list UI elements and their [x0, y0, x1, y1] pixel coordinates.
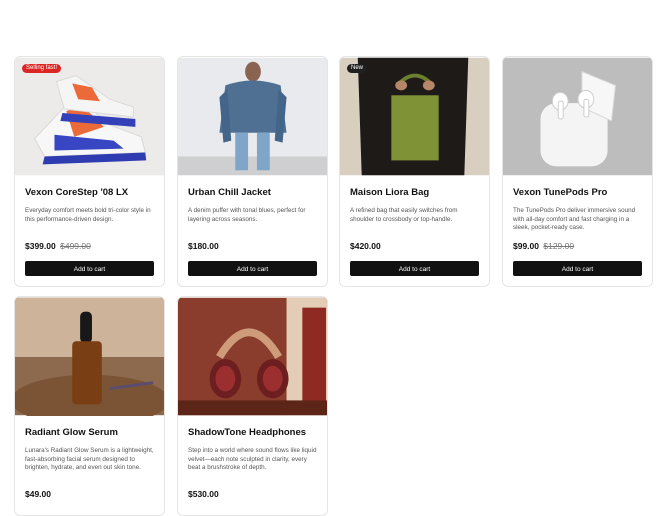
product-card[interactable]: Radiant Glow Serum Lunara's Radiant Glow… [14, 296, 165, 516]
current-price: $420.00 [350, 241, 381, 251]
current-price: $49.00 [25, 489, 51, 499]
product-price: $49.00 [25, 489, 154, 499]
current-price: $530.00 [188, 489, 219, 499]
product-image[interactable]: Selling fast! [15, 57, 164, 176]
earbuds-image [503, 57, 652, 176]
product-title[interactable]: Urban Chill Jacket [188, 187, 317, 199]
product-card[interactable]: New Maison Liora Bag A refined bag that … [339, 56, 490, 287]
sneaker-image [15, 57, 164, 176]
current-price: $399.00 [25, 241, 56, 251]
product-price: $399.00 $499.00 [25, 241, 154, 251]
add-to-cart-button[interactable]: Add to cart [25, 261, 154, 276]
product-image[interactable] [178, 297, 327, 416]
serum-image [15, 297, 164, 416]
product-card[interactable]: ShadowTone Headphones Step into a world … [177, 296, 328, 516]
current-price: $180.00 [188, 241, 219, 251]
product-price: $99.00 $129.00 [513, 241, 642, 251]
product-description: A refined bag that easily switches from … [350, 207, 458, 223]
product-card[interactable]: Urban Chill Jacket A denim puffer with t… [177, 56, 328, 287]
product-description: The TunePods Pro deliver immersive sound… [513, 207, 636, 231]
product-title[interactable]: Vexon TunePods Pro [513, 187, 642, 199]
product-description: Lunara's Radiant Glow Serum is a lightwe… [25, 447, 154, 471]
product-image[interactable] [15, 297, 164, 416]
status-badge: Selling fast! [22, 64, 62, 73]
current-price: $99.00 [513, 241, 539, 251]
product-title[interactable]: Maison Liora Bag [350, 187, 479, 199]
status-badge: New [347, 64, 368, 73]
add-to-cart-button[interactable]: Add to cart [350, 261, 479, 276]
product-title[interactable]: Radiant Glow Serum [25, 427, 154, 439]
product-title[interactable]: ShadowTone Headphones [188, 427, 317, 439]
product-price: $420.00 [350, 241, 479, 251]
product-price: $530.00 [188, 489, 317, 499]
product-price: $180.00 [188, 241, 317, 251]
product-description: Everyday comfort meets bold tri-color st… [25, 207, 151, 223]
headphones-image [178, 297, 327, 416]
original-price: $499.00 [60, 241, 91, 251]
jacket-image [178, 57, 327, 176]
add-to-cart-button[interactable]: Add to cart [513, 261, 642, 276]
product-grid: Selling fast! Vexon CoreStep '08 LX Ever… [0, 0, 668, 516]
add-to-cart-button[interactable]: Add to cart [188, 261, 317, 276]
original-price: $129.00 [543, 241, 575, 251]
product-image[interactable] [503, 57, 652, 176]
product-description: A denim puffer with tonal blues, perfect… [188, 207, 306, 223]
product-card[interactable]: Selling fast! Vexon CoreStep '08 LX Ever… [14, 56, 165, 287]
product-title[interactable]: Vexon CoreStep '08 LX [25, 187, 154, 199]
product-card[interactable]: Vexon TunePods Pro The TunePods Pro deli… [502, 56, 653, 287]
product-image[interactable]: New [340, 57, 489, 176]
product-image[interactable] [178, 57, 327, 176]
bag-image [340, 57, 489, 176]
product-description: Step into a world where sound flows like… [188, 447, 317, 471]
